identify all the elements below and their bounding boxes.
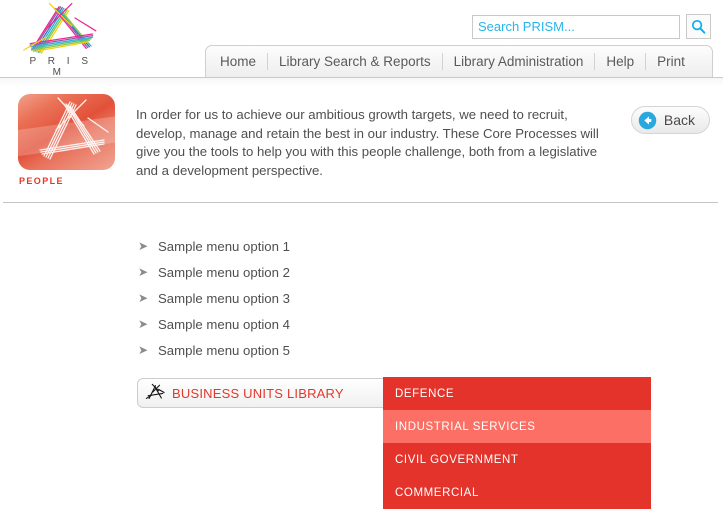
intro-paragraph: In order for us to achieve our ambitious… [136,107,599,178]
menu-item-label: Sample menu option 4 [158,316,290,332]
menu-item-label: Sample menu option 3 [158,290,290,306]
arrow-right-bullet-icon: ➤ [138,239,149,253]
business-units-library-bar[interactable]: BUSINESS UNITS LIBRARY [137,378,390,408]
tab-help[interactable]: Help [595,47,645,77]
brand-logo[interactable]: P R I S M [18,2,100,78]
bu-option-defence[interactable]: DEFENCE [383,377,651,410]
arrow-right-bullet-icon: ➤ [138,317,149,331]
search-icon [691,19,706,34]
back-button[interactable]: Back [630,106,710,134]
prism-triangle-logo-icon [23,2,97,54]
arrow-right-bullet-icon: ➤ [138,265,149,279]
menu-item-label: Sample menu option 5 [158,342,290,358]
people-prism-lines [39,97,109,160]
tab-library-search-reports[interactable]: Library Search & Reports [268,47,442,77]
menu-item-2[interactable]: ➤ Sample menu option 2 [138,259,438,285]
menu-item-5[interactable]: ➤ Sample menu option 5 [138,337,438,363]
arrow-right-bullet-icon: ➤ [138,291,149,305]
prism-triangle-small-icon [145,383,165,400]
main-navigation-tabs: Home Library Search & Reports Library Ad… [205,45,713,77]
section-divider [3,202,718,203]
tab-print[interactable]: Print [646,47,696,77]
page-header: P R I S M Home Library Search & Reports … [0,0,723,87]
sample-menu-list: ➤ Sample menu option 1 ➤ Sample menu opt… [138,233,438,363]
menu-item-3[interactable]: ➤ Sample menu option 3 [138,285,438,311]
business-units-dropdown: DEFENCE INDUSTRIAL SERVICES CIVIL GOVERN… [383,377,651,509]
bu-option-commercial[interactable]: COMMERCIAL [383,476,651,509]
header-gradient-band [0,78,723,87]
back-button-label: Back [663,112,695,128]
menu-item-4[interactable]: ➤ Sample menu option 4 [138,311,438,337]
people-banner-label: PEOPLE [19,176,64,186]
search-button[interactable] [686,14,711,39]
search-input[interactable] [472,14,680,39]
menu-item-label: Sample menu option 2 [158,264,290,280]
bu-option-civil-government[interactable]: CIVIL GOVERNMENT [383,443,651,476]
menu-item-1[interactable]: ➤ Sample menu option 1 [138,233,438,259]
business-units-library-label: BUSINESS UNITS LIBRARY [172,385,344,401]
bu-option-industrial-services[interactable]: INDUSTRIAL SERVICES [383,410,651,443]
brand-wordmark: P R I S M [29,56,93,78]
arrow-right-bullet-icon: ➤ [138,343,149,357]
arrow-left-circle-icon [638,111,657,129]
people-banner-icon [18,94,115,170]
tab-library-administration[interactable]: Library Administration [443,47,595,77]
menu-item-label: Sample menu option 1 [158,238,290,254]
search-area [472,14,711,39]
tab-home[interactable]: Home [206,47,267,77]
